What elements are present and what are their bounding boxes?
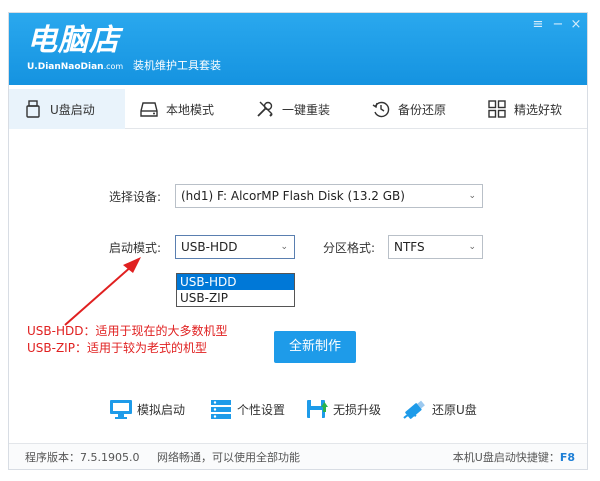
close-button[interactable]: × xyxy=(567,17,585,33)
status-bar: 程序版本：7.5.1905.0 网络畅通，可以使用全部功能 本机U盘启动快捷键：… xyxy=(9,443,587,469)
restore-usb-button[interactable]: 还原U盘 xyxy=(402,397,477,421)
shortcut-info: 本机U盘启动快捷键：F8 xyxy=(452,444,575,469)
chevron-down-icon: ⌄ xyxy=(280,242,288,252)
partition-select-value: NTFS xyxy=(394,240,425,254)
lossless-upgrade-button[interactable]: 无损升级 xyxy=(305,397,381,421)
tab-label: 本地模式 xyxy=(166,102,215,117)
logo-url-bold: U.DianNaoDian xyxy=(27,62,104,72)
tab-usb-boot[interactable]: U盘启动 xyxy=(9,89,125,129)
shortcut-label: 本机U盘启动快捷键： xyxy=(452,451,560,464)
tool-label: 还原U盘 xyxy=(432,402,477,417)
boot-mode-select-value: USB-HDD xyxy=(181,240,238,254)
tab-label: U盘启动 xyxy=(50,102,95,117)
usb-restore-icon xyxy=(403,400,425,419)
version-text: 程序版本：7.5.1905.0 xyxy=(25,451,140,464)
tab-selected-software[interactable]: 精选好软 xyxy=(473,89,587,129)
tab-one-key-reinstall[interactable]: 一键重装 xyxy=(241,89,357,129)
boot-mode-dropdown: USB-HDD USB-ZIP xyxy=(176,273,295,307)
partition-label: 分区格式: xyxy=(323,241,376,255)
network-status-text: 网络畅通，可以使用全部功能 xyxy=(157,451,300,464)
tab-local-mode[interactable]: 本地模式 xyxy=(125,89,241,129)
chevron-down-icon: ⌄ xyxy=(468,191,476,201)
boot-mode-select[interactable]: USB-HDD ⌄ xyxy=(175,235,295,259)
tab-label: 一键重装 xyxy=(282,102,331,117)
logo-text: 电脑店 xyxy=(27,23,120,58)
device-select-value: (hd1) F: AlcorMP Flash Disk (13.2 GB) xyxy=(181,189,405,203)
annotation-arrow xyxy=(64,257,141,326)
minimize-button[interactable]: − xyxy=(549,17,567,33)
grid-apps-icon xyxy=(488,100,506,118)
logo-url: U.DianNaoDian.com xyxy=(27,61,123,73)
tool-label: 无损升级 xyxy=(333,402,382,417)
hard-disk-icon xyxy=(140,102,158,117)
monitor-icon xyxy=(110,400,132,419)
main-nav: U盘启动 本地模式 一键重装 备份还原 精选好软 xyxy=(9,89,587,129)
menu-icon[interactable]: ≡ xyxy=(529,17,547,33)
logo-url-suffix: .com xyxy=(103,62,124,71)
logo-tagline: 装机维护工具套装 xyxy=(133,59,221,72)
settings-list-icon xyxy=(211,400,231,419)
create-new-button[interactable]: 全新制作 xyxy=(274,331,356,363)
device-select[interactable]: (hd1) F: AlcorMP Flash Disk (13.2 GB) ⌄ xyxy=(175,184,483,208)
title-bar: 电脑店 U.DianNaoDian.com 装机维护工具套装 ≡ − × xyxy=(9,13,587,85)
tab-label: 精选好软 xyxy=(514,102,563,117)
device-label: 选择设备: xyxy=(109,190,162,204)
boot-mode-option-usb-zip[interactable]: USB-ZIP xyxy=(177,290,294,306)
personal-settings-button[interactable]: 个性设置 xyxy=(209,397,285,421)
shortcut-key: F8 xyxy=(559,451,575,464)
annotation-usb-hdd: USB-HDD：适用于现在的大多数机型 xyxy=(27,324,228,338)
chevron-down-icon: ⌄ xyxy=(468,242,476,252)
tool-label: 个性设置 xyxy=(237,402,286,417)
partition-select[interactable]: NTFS ⌄ xyxy=(388,235,483,259)
usb-drive-icon xyxy=(26,100,40,118)
tab-label: 备份还原 xyxy=(398,102,447,117)
annotation-usb-zip: USB-ZIP：适用于较为老式的机型 xyxy=(27,341,207,355)
restore-icon xyxy=(372,101,390,118)
upgrade-icon xyxy=(307,400,328,418)
tools-icon xyxy=(257,101,273,117)
tool-label: 模拟启动 xyxy=(137,402,186,417)
boot-mode-option-usb-hdd[interactable]: USB-HDD xyxy=(177,274,294,290)
tab-backup-restore[interactable]: 备份还原 xyxy=(357,89,473,129)
app-window: 电脑店 U.DianNaoDian.com 装机维护工具套装 ≡ − × U盘启… xyxy=(8,12,588,470)
simulate-boot-button[interactable]: 模拟启动 xyxy=(109,397,185,421)
